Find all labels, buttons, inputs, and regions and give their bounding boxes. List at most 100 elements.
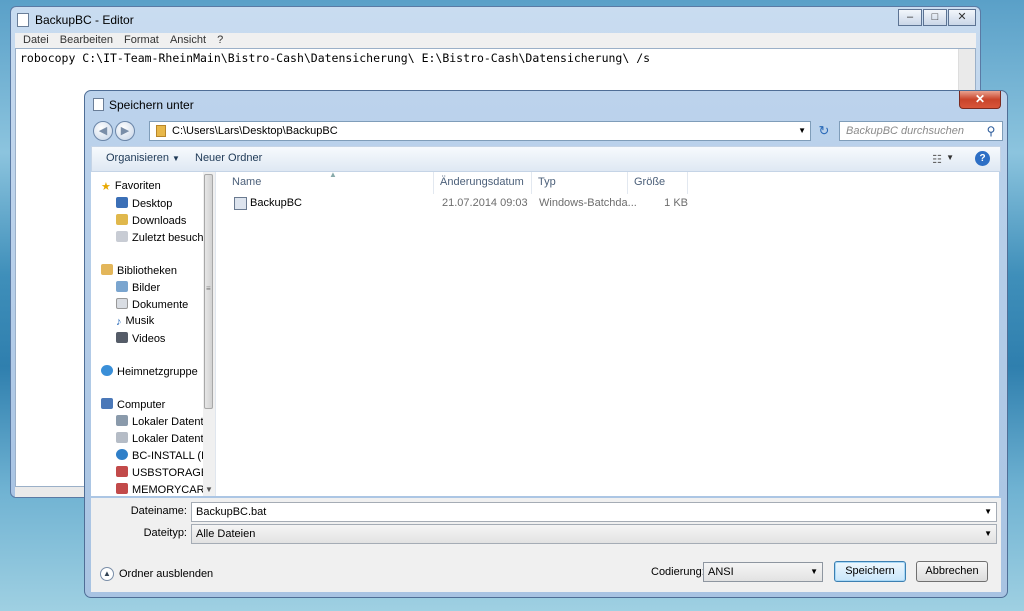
chevron-down-icon[interactable]: ▼ — [984, 503, 992, 521]
nav-pictures[interactable]: Bilder — [116, 281, 160, 294]
nav-drive-c[interactable]: Lokaler Datenträ — [116, 415, 213, 428]
chevron-down-icon[interactable]: ▼ — [810, 563, 818, 581]
column-label: Typ — [538, 176, 556, 188]
nav-homegroup[interactable]: Heimnetzgruppe — [101, 365, 198, 378]
navigation-row: ◀ ▶ C:\Users\Lars\Desktop\BackupBC ▼ ↻ B… — [91, 119, 1003, 143]
nav-label: Bilder — [132, 282, 161, 294]
refresh-icon[interactable]: ↻ — [813, 121, 835, 141]
file-size: 1 KB — [664, 197, 688, 209]
chevron-down-icon[interactable]: ▼ — [984, 525, 992, 543]
encoding-label: Codierung: — [651, 566, 705, 578]
desktop-icon — [116, 197, 128, 208]
nav-computer[interactable]: Computer — [101, 398, 165, 411]
filename-label: Dateiname: — [130, 505, 187, 517]
filename-area: Dateiname: BackupBC.bat ▼ Dateityp: Alle… — [91, 498, 1001, 558]
grip-icon: ≡ — [206, 284, 211, 293]
maximize-button[interactable]: □ — [923, 9, 947, 26]
column-label: Größe — [634, 176, 666, 188]
nav-label: Videos — [132, 333, 166, 345]
dialog-icon — [93, 98, 104, 111]
nav-recent[interactable]: Zuletzt besucht — [116, 231, 207, 244]
nav-favorites[interactable]: ★ Favoriten — [101, 180, 161, 193]
drive-icon — [116, 432, 128, 443]
view-icon[interactable]: ☷ — [932, 153, 942, 166]
recent-icon — [116, 231, 128, 242]
nav-usbstorage[interactable]: USBSTORAGE (\\ — [116, 466, 215, 479]
chevron-down-icon: ▼ — [172, 154, 180, 163]
computer-icon — [101, 398, 113, 409]
hide-folders-button[interactable]: Ordner ausblenden — [119, 568, 213, 580]
column-label: Änderungsdatum — [440, 176, 524, 188]
navigation-pane: ★ Favoriten Desktop Downloads Zuletzt bes… — [91, 172, 216, 496]
documents-icon — [116, 298, 128, 309]
batch-file-icon — [234, 197, 247, 210]
save-button[interactable]: Speichern — [834, 561, 906, 582]
nav-label: Musik — [125, 315, 155, 327]
menu-help[interactable]: ? — [217, 33, 223, 48]
nav-label: Zuletzt besucht — [132, 232, 207, 244]
organize-button[interactable]: Organisieren ▼ — [106, 152, 180, 164]
filetype-label: Dateityp: — [143, 527, 187, 539]
save-as-dialog: Speichern unter ✕ ◀ ▶ C:\Users\Lars\Desk… — [84, 90, 1008, 598]
organize-label: Organisieren — [106, 152, 169, 164]
drive-icon — [116, 449, 128, 460]
nav-label: Heimnetzgruppe — [117, 366, 198, 378]
drive-icon — [116, 466, 128, 477]
filename-field[interactable]: BackupBC.bat ▼ — [191, 502, 997, 522]
menu-bearbeiten[interactable]: Bearbeiten — [60, 33, 113, 48]
forward-icon[interactable]: ▶ — [115, 121, 135, 141]
filetype-value: Alle Dateien — [196, 528, 256, 540]
nav-documents[interactable]: Dokumente — [116, 298, 188, 311]
dialog-toolbar: Organisieren ▼ Neuer Ordner ☷ ▼ ? — [91, 146, 1001, 172]
menu-format[interactable]: Format — [124, 33, 159, 48]
filetype-select[interactable]: Alle Dateien ▼ — [191, 524, 997, 544]
drive-icon — [116, 483, 128, 494]
address-bar[interactable]: C:\Users\Lars\Desktop\BackupBC ▼ — [149, 121, 811, 141]
column-date[interactable]: Änderungsdatum — [434, 172, 532, 194]
column-size[interactable]: Größe — [628, 172, 688, 194]
search-placeholder: BackupBC durchsuchen — [846, 125, 965, 137]
text-content: robocopy C:\IT-Team-RheinMain\Bistro-Cas… — [20, 51, 651, 65]
minimize-button[interactable]: – — [898, 9, 922, 26]
nav-music[interactable]: ♪ Musik — [116, 315, 155, 328]
new-folder-button[interactable]: Neuer Ordner — [195, 152, 262, 164]
nav-label: Lokaler Datenträ — [132, 433, 214, 445]
search-input[interactable]: BackupBC durchsuchen ⚲ — [839, 121, 1003, 141]
nav-label: Lokaler Datenträ — [132, 416, 214, 428]
nav-desktop[interactable]: Desktop — [116, 197, 172, 210]
column-type[interactable]: Typ — [532, 172, 628, 194]
pictures-icon — [116, 281, 128, 292]
chevron-up-icon[interactable]: ▲ — [100, 567, 114, 581]
nav-label: Bibliotheken — [117, 265, 177, 277]
back-icon[interactable]: ◀ — [93, 121, 113, 141]
chevron-down-icon[interactable]: ▼ — [205, 485, 213, 494]
nav-drive-e[interactable]: BC-INSTALL (E:) — [116, 449, 215, 462]
file-name: BackupBC — [250, 197, 302, 209]
nav-memorycard[interactable]: MEMORYCARD ( — [116, 483, 215, 496]
menu-datei[interactable]: Datei — [23, 33, 49, 48]
nav-label: Favoriten — [114, 180, 161, 192]
notepad-close-button[interactable]: ✕ — [948, 9, 976, 26]
nav-drive-d[interactable]: Lokaler Datenträ — [116, 432, 213, 445]
videos-icon — [116, 332, 128, 343]
search-icon[interactable]: ⚲ — [984, 124, 998, 138]
menu-ansicht[interactable]: Ansicht — [170, 33, 206, 48]
file-date: 21.07.2014 09:03 — [442, 197, 528, 209]
dialog-close-button[interactable]: ✕ — [959, 91, 1001, 109]
nav-downloads[interactable]: Downloads — [116, 214, 186, 227]
chevron-down-icon[interactable]: ▼ — [946, 153, 954, 162]
encoding-value: ANSI — [708, 566, 734, 578]
sort-icon: ▲ — [329, 170, 337, 179]
notepad-title: BackupBC - Editor — [35, 13, 134, 27]
chevron-down-icon[interactable]: ▼ — [798, 126, 806, 135]
nav-libraries[interactable]: Bibliotheken — [101, 264, 177, 277]
help-icon[interactable]: ? — [975, 151, 990, 166]
cancel-button[interactable]: Abbrechen — [916, 561, 988, 582]
file-type: Windows-Batchda... — [539, 197, 637, 209]
dialog-footer: ▲ Ordner ausblenden Codierung: ANSI ▼ Sp… — [91, 558, 1001, 592]
encoding-select[interactable]: ANSI ▼ — [703, 562, 823, 582]
nav-label: Downloads — [132, 215, 187, 227]
nav-scrollbar[interactable]: ≡ ▼ — [203, 172, 215, 496]
nav-videos[interactable]: Videos — [116, 332, 165, 345]
filename-value: BackupBC.bat — [196, 506, 267, 518]
